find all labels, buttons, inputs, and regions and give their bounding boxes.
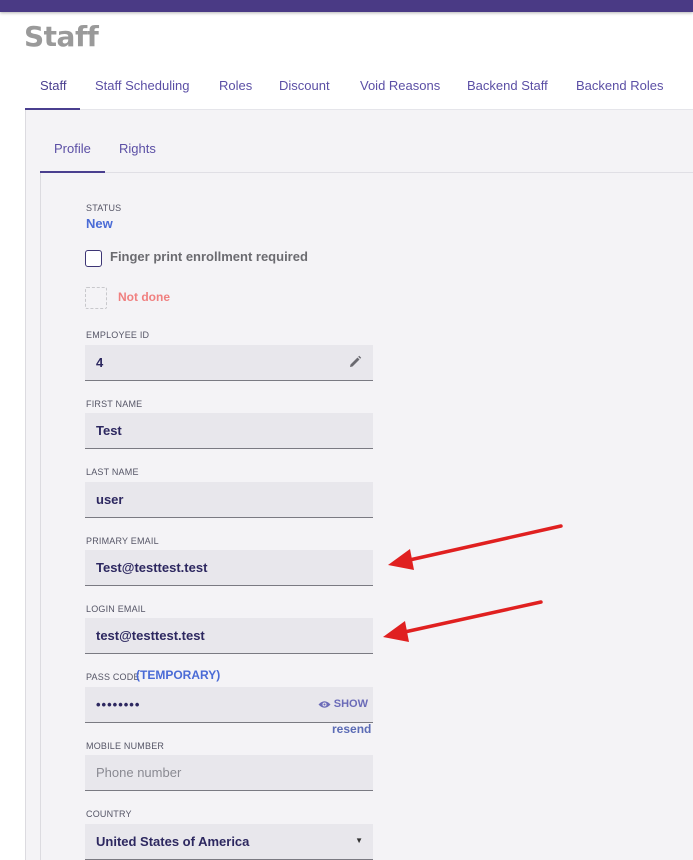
arrow-to-primary-email [388,524,563,570]
annotation-arrows [383,524,563,642]
arrow-to-login-email [383,600,543,642]
